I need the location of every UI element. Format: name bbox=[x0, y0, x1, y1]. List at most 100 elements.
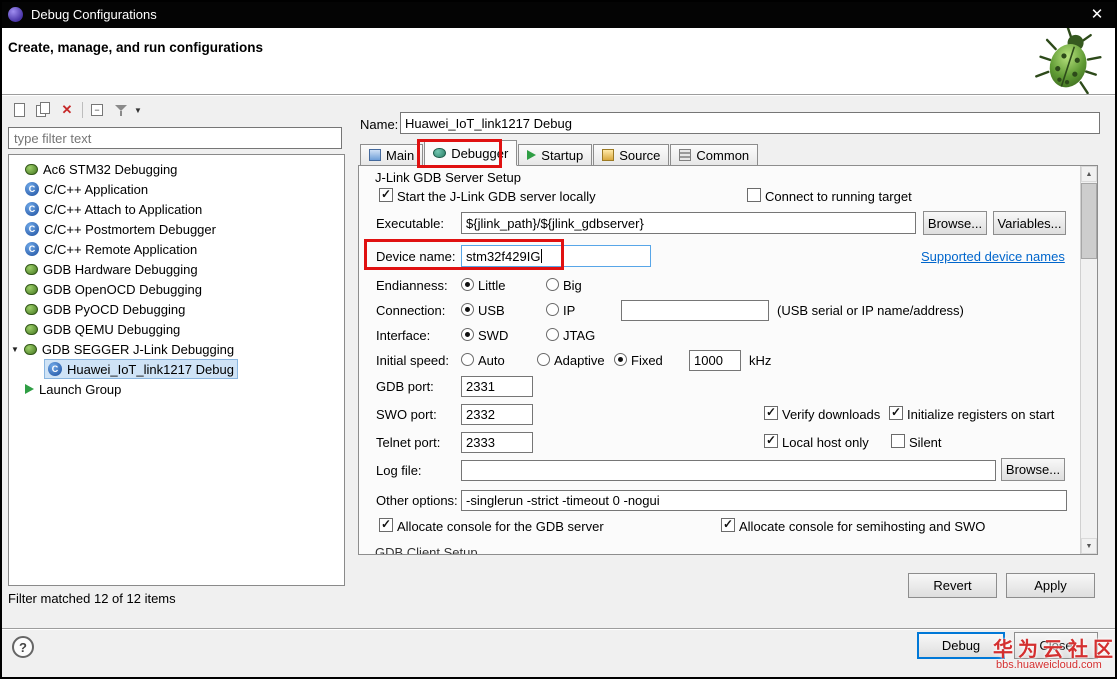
connect-running-target-checkbox[interactable] bbox=[747, 188, 761, 202]
tab-main[interactable]: Main bbox=[360, 144, 424, 166]
name-label: Name: bbox=[360, 117, 399, 132]
window-title: Debug Configurations bbox=[31, 6, 157, 22]
browse-executable-button[interactable]: Browse... bbox=[923, 211, 987, 235]
delete-icon: ✕ bbox=[61, 102, 73, 117]
tree-selection: C Huawei_IoT_link1217 Debug bbox=[44, 359, 238, 379]
title-bar: Debug Configurations ✕ bbox=[0, 0, 1117, 28]
scroll-down-icon[interactable]: ▼ bbox=[1081, 538, 1097, 554]
tab-common[interactable]: Common bbox=[670, 144, 759, 166]
tree-item-label: Ac6 STM32 Debugging bbox=[43, 161, 178, 177]
connection-ip-radio[interactable] bbox=[546, 303, 559, 316]
filter-icon bbox=[115, 104, 127, 116]
bug-icon bbox=[25, 323, 38, 335]
toolbar-dropdown-button[interactable]: ▼ bbox=[131, 99, 145, 121]
debug-button[interactable]: Debug bbox=[917, 632, 1005, 659]
allocate-console-gdb-checkbox[interactable]: ✓ bbox=[379, 518, 393, 532]
watermark-url: bbs.huaweicloud.com bbox=[996, 659, 1102, 671]
duplicate-button[interactable] bbox=[32, 99, 54, 121]
sidebar-item-gdb-qemu[interactable]: GDB QEMU Debugging bbox=[25, 320, 180, 338]
sidebar-item-cpp-attach[interactable]: C C/C++ Attach to Application bbox=[25, 200, 202, 218]
speed-auto-radio[interactable] bbox=[461, 353, 474, 366]
swo-port-input[interactable] bbox=[461, 404, 533, 425]
scroll-up-icon[interactable]: ▲ bbox=[1081, 166, 1097, 182]
connection-ip-label: IP bbox=[563, 303, 576, 318]
tree-item-label: GDB Hardware Debugging bbox=[43, 261, 198, 277]
gdb-port-input[interactable] bbox=[461, 376, 533, 397]
connection-address-input[interactable] bbox=[621, 300, 769, 321]
close-button[interactable]: Close bbox=[1014, 632, 1098, 659]
close-icon[interactable]: ✕ bbox=[1085, 5, 1109, 23]
text-cursor bbox=[541, 249, 543, 263]
browse-log-button[interactable]: Browse... bbox=[1001, 458, 1065, 481]
speed-unit-label: kHz bbox=[749, 353, 772, 368]
sidebar-item-launch-group[interactable]: Launch Group bbox=[25, 380, 121, 398]
name-input[interactable] bbox=[400, 112, 1100, 134]
supported-device-names-link[interactable]: Supported device names bbox=[921, 249, 1065, 264]
tab-source[interactable]: Source bbox=[593, 144, 670, 166]
tree-item-label: C/C++ Application bbox=[44, 181, 149, 197]
connection-usb-radio[interactable] bbox=[461, 303, 474, 316]
endian-big-radio[interactable] bbox=[546, 278, 559, 291]
tab-label: Source bbox=[619, 147, 661, 163]
speed-fixed-radio[interactable] bbox=[614, 353, 627, 366]
tree-item-label: C/C++ Postmortem Debugger bbox=[44, 221, 216, 237]
scrollbar-thumb[interactable] bbox=[1081, 183, 1097, 259]
interface-swd-radio[interactable] bbox=[461, 328, 474, 341]
sidebar-item-gdb-hardware[interactable]: GDB Hardware Debugging bbox=[25, 260, 198, 278]
sidebar-item-gdb-openocd[interactable]: GDB OpenOCD Debugging bbox=[25, 280, 202, 298]
configuration-tree: Ac6 STM32 Debugging C C/C++ Application … bbox=[8, 154, 345, 586]
filter-input[interactable] bbox=[8, 127, 342, 149]
revert-button[interactable]: Revert bbox=[908, 573, 997, 598]
debugger-tab-icon bbox=[433, 148, 447, 158]
tab-label: Debugger bbox=[451, 145, 509, 161]
executable-input[interactable] bbox=[461, 212, 916, 234]
allocate-console-gdb-label: Allocate console for the GDB server bbox=[397, 519, 604, 534]
connection-label: Connection: bbox=[376, 303, 446, 318]
filter-button[interactable] bbox=[110, 99, 132, 121]
delete-button[interactable]: ✕ bbox=[56, 99, 78, 121]
sidebar-item-huawei-iot-link1217-debug[interactable]: C Huawei_IoT_link1217 Debug bbox=[44, 359, 238, 379]
new-configuration-icon bbox=[13, 103, 25, 117]
vertical-scrollbar[interactable]: ▲ ▼ bbox=[1080, 166, 1097, 554]
sidebar-item-cpp-remote[interactable]: C C/C++ Remote Application bbox=[25, 240, 197, 258]
interface-swd-label: SWD bbox=[478, 328, 509, 343]
sidebar-item-cpp-postmortem[interactable]: C C/C++ Postmortem Debugger bbox=[25, 220, 216, 238]
initialize-registers-checkbox[interactable]: ✓ bbox=[889, 406, 903, 420]
tab-debugger[interactable]: Debugger bbox=[424, 140, 518, 166]
speed-value-input[interactable] bbox=[689, 350, 741, 371]
silent-checkbox[interactable] bbox=[891, 434, 905, 448]
new-configuration-button[interactable] bbox=[8, 99, 30, 121]
start-server-locally-label: Start the J-Link GDB server locally bbox=[397, 189, 596, 204]
tree-item-label: Huawei_IoT_link1217 Debug bbox=[67, 361, 234, 377]
telnet-port-label: Telnet port: bbox=[376, 435, 441, 450]
main-tab-icon bbox=[369, 149, 381, 161]
startup-tab-icon bbox=[527, 150, 537, 160]
telnet-port-input[interactable] bbox=[461, 432, 533, 453]
tree-expanded-icon[interactable]: ▼ bbox=[11, 345, 19, 354]
sidebar-item-cpp-application[interactable]: C C/C++ Application bbox=[25, 180, 148, 198]
apply-button[interactable]: Apply bbox=[1006, 573, 1095, 598]
footer-divider bbox=[0, 628, 1117, 630]
help-icon: ? bbox=[19, 639, 27, 655]
collapse-all-button[interactable]: − bbox=[86, 99, 108, 121]
allocate-console-semihosting-checkbox[interactable]: ✓ bbox=[721, 518, 735, 532]
interface-jtag-radio[interactable] bbox=[546, 328, 559, 341]
local-host-only-checkbox[interactable]: ✓ bbox=[764, 434, 778, 448]
debugger-tab-content: J-Link GDB Server Setup ✓ Start the J-Li… bbox=[358, 165, 1098, 555]
start-server-locally-checkbox[interactable]: ✓ bbox=[379, 188, 393, 202]
sidebar-item-gdb-pyocd[interactable]: GDB PyOCD Debugging bbox=[25, 300, 185, 318]
device-name-input[interactable]: stm32f429IG bbox=[461, 245, 651, 267]
sidebar-item-gdb-segger-jlink[interactable]: ▼ GDB SEGGER J-Link Debugging bbox=[11, 340, 234, 358]
tab-label: Common bbox=[696, 147, 750, 163]
tab-startup[interactable]: Startup bbox=[518, 144, 593, 166]
speed-auto-label: Auto bbox=[478, 353, 505, 368]
verify-downloads-label: Verify downloads bbox=[782, 407, 881, 422]
verify-downloads-checkbox[interactable]: ✓ bbox=[764, 406, 778, 420]
log-file-input[interactable] bbox=[461, 460, 996, 481]
endian-little-radio[interactable] bbox=[461, 278, 474, 291]
other-options-input[interactable] bbox=[461, 490, 1067, 511]
sidebar-item-ac6-stm32-debugging[interactable]: Ac6 STM32 Debugging bbox=[25, 160, 177, 178]
speed-adaptive-radio[interactable] bbox=[537, 353, 550, 366]
help-button[interactable]: ? bbox=[12, 636, 34, 658]
variables-button[interactable]: Variables... bbox=[993, 211, 1066, 235]
